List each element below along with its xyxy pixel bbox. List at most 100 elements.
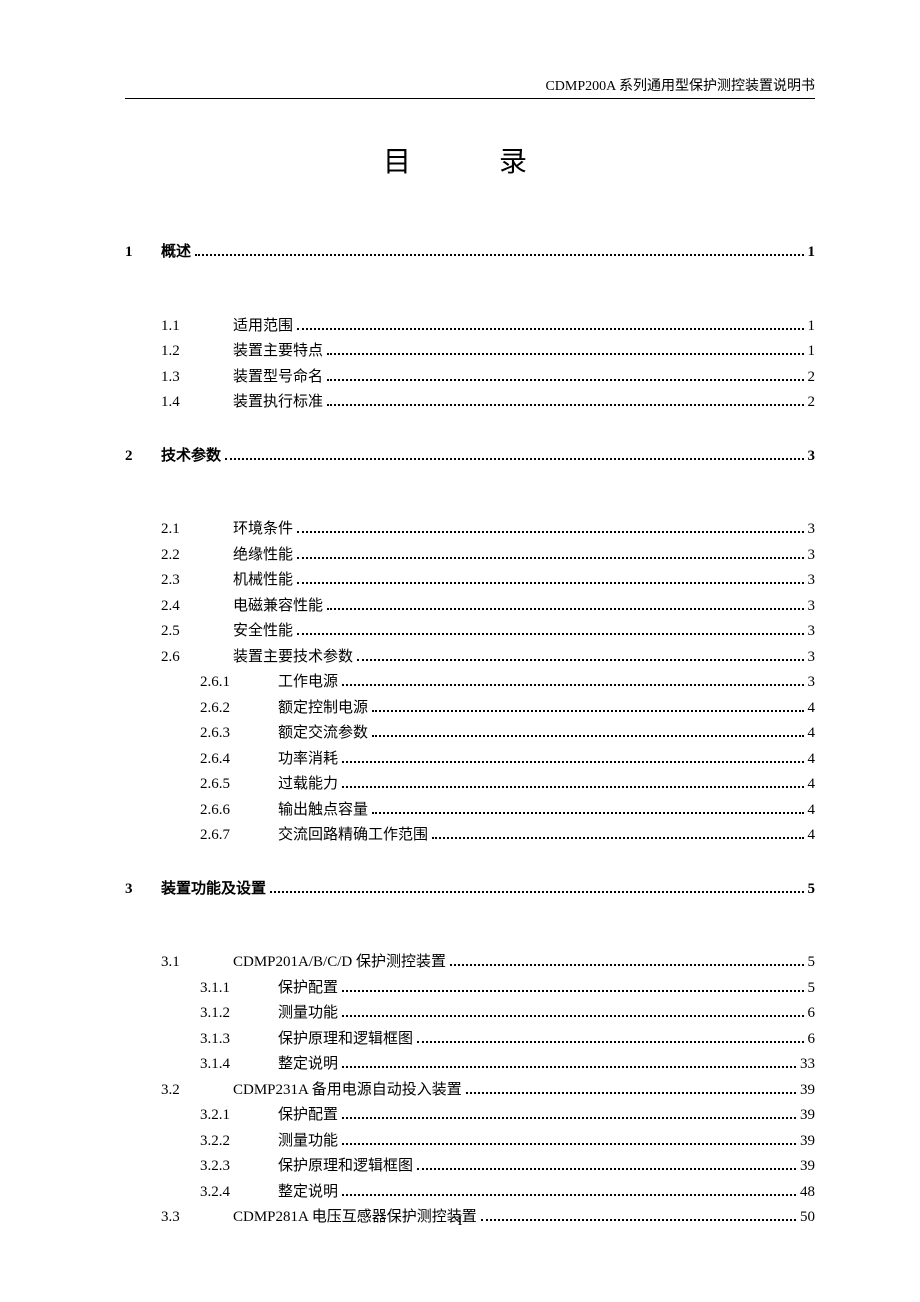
toc-leader-dots [357, 651, 803, 661]
toc-entry-label: 装置型号命名 [233, 365, 323, 391]
toc-entry-label: 保护原理和逻辑框图 [278, 1154, 413, 1180]
toc-leader-dots [342, 779, 803, 789]
toc-entry-page: 3 [808, 517, 816, 543]
toc-entry-number: 2.6.5 [200, 772, 278, 798]
toc-entry-page: 3 [808, 543, 816, 569]
toc-entry-page: 33 [800, 1052, 815, 1078]
toc-leader-dots [297, 575, 803, 585]
toc-entry-number: 3.1 [161, 950, 233, 976]
toc-leader-dots [297, 626, 803, 636]
toc-entry-page: 4 [808, 696, 816, 722]
toc-entry-page: 39 [800, 1154, 815, 1180]
toc-entry: 3.2.4整定说明48 [200, 1180, 815, 1206]
toc-entry-label: 装置功能及设置 [161, 877, 266, 903]
toc-leader-dots [432, 830, 803, 840]
document-page: CDMP200A 系列通用型保护测控装置说明书 目 录 1概述11.1适用范围1… [0, 0, 920, 1302]
toc-entry-number: 3.2.4 [200, 1180, 278, 1206]
toc-leader-dots [342, 1008, 803, 1018]
toc-leader-dots [297, 549, 803, 559]
toc-entry: 1.1适用范围1 [161, 314, 815, 340]
toc-entry: 3.1.2测量功能6 [200, 1001, 815, 1027]
toc-entry-label: 保护原理和逻辑框图 [278, 1027, 413, 1053]
toc-entry-number: 3 [125, 877, 161, 903]
toc-entry-number: 3.1.1 [200, 976, 278, 1002]
toc-entry-number: 2 [125, 444, 161, 470]
toc-entry-number: 3.1.2 [200, 1001, 278, 1027]
toc-entry-label: 适用范围 [233, 314, 293, 340]
toc-entry-number: 3.1.4 [200, 1052, 278, 1078]
toc-entry-page: 5 [808, 976, 816, 1002]
toc-entry: 3.2.2测量功能39 [200, 1129, 815, 1155]
toc-entry: 3.1.1保护配置 5 [200, 976, 815, 1002]
header-underline [125, 98, 815, 99]
toc-leader-dots [342, 677, 803, 687]
toc-leader-dots [327, 346, 803, 356]
toc-entry: 3.2CDMP231A 备用电源自动投入装置39 [161, 1078, 815, 1104]
toc-leader-dots [372, 804, 803, 814]
toc-entry-page: 1 [808, 314, 816, 340]
page-header: CDMP200A 系列通用型保护测控装置说明书 [545, 75, 815, 95]
toc-leader-dots [450, 957, 804, 967]
toc-entry-number: 1 [125, 240, 161, 266]
toc-entry-number: 1.3 [161, 365, 233, 391]
toc-leader-dots [342, 753, 803, 763]
toc-entry: 3.2.3保护原理和逻辑框图 39 [200, 1154, 815, 1180]
toc-entry: 3.1CDMP201A/B/C/D 保护测控装置5 [161, 950, 815, 976]
toc-entry-page: 39 [800, 1129, 815, 1155]
toc-entry-label: 安全性能 [233, 619, 293, 645]
toc-entry-number: 2.6.7 [200, 823, 278, 849]
toc-leader-dots [297, 320, 803, 330]
toc-entry-number: 2.6.6 [200, 798, 278, 824]
page-number: I [0, 1213, 920, 1230]
toc-leader-dots [342, 1186, 796, 1196]
toc-entry: 2.4电磁兼容性能3 [161, 594, 815, 620]
toc-entry-number: 3.2.3 [200, 1154, 278, 1180]
toc-entry-label: 概述 [161, 240, 191, 266]
toc-entry-label: 装置主要技术参数 [233, 645, 353, 671]
toc-entry-page: 1 [808, 240, 816, 266]
toc-entry-label: 装置主要特点 [233, 339, 323, 365]
toc-leader-dots [417, 1161, 796, 1171]
toc-entry-page: 6 [808, 1027, 816, 1053]
toc-entry-page: 39 [800, 1078, 815, 1104]
toc-entry-page: 3 [808, 670, 816, 696]
toc-entry-page: 6 [808, 1001, 816, 1027]
toc-entry: 3.1.3保护原理和逻辑框图 6 [200, 1027, 815, 1053]
toc-entry-number: 2.1 [161, 517, 233, 543]
toc-entry: 2.2绝缘性能3 [161, 543, 815, 569]
toc-entry: 1概述1 [125, 240, 815, 266]
toc-leader-dots [417, 1033, 803, 1043]
toc-entry-page: 1 [808, 339, 816, 365]
toc-entry-number: 2.6.4 [200, 747, 278, 773]
toc-entry: 2.6装置主要技术参数3 [161, 645, 815, 671]
toc-entry-number: 1.4 [161, 390, 233, 416]
toc-entry-number: 2.5 [161, 619, 233, 645]
toc-leader-dots [297, 524, 803, 534]
toc-entry-page: 2 [808, 365, 816, 391]
toc-entry: 2.6.3额定交流参数 4 [200, 721, 815, 747]
toc-entry-number: 2.4 [161, 594, 233, 620]
toc-entry-label: 整定说明 [278, 1052, 338, 1078]
toc-entry-page: 4 [808, 747, 816, 773]
toc-entry-number: 2.6.1 [200, 670, 278, 696]
toc-entry-page: 39 [800, 1103, 815, 1129]
toc-leader-dots [466, 1084, 796, 1094]
toc-leader-dots [372, 702, 803, 712]
toc-title: 目 录 [125, 140, 815, 180]
toc-entry-label: 额定交流参数 [278, 721, 368, 747]
toc-leader-dots [270, 883, 803, 893]
toc-entry: 3装置功能及设置5 [125, 877, 815, 903]
toc-entry-page: 48 [800, 1180, 815, 1206]
toc-entry-number: 3.1.3 [200, 1027, 278, 1053]
toc-entry-label: 保护配置 [278, 976, 338, 1002]
toc-entry-number: 1.2 [161, 339, 233, 365]
toc-entry-page: 4 [808, 721, 816, 747]
toc-entry-page: 3 [808, 444, 816, 470]
toc-entry: 1.2装置主要特点 1 [161, 339, 815, 365]
toc-entry-label: 输出触点容量 [278, 798, 368, 824]
toc-entry: 2.6.5过载能力4 [200, 772, 815, 798]
toc-entry: 1.4装置执行标准2 [161, 390, 815, 416]
toc-entry-number: 2.6.3 [200, 721, 278, 747]
toc-entry-page: 4 [808, 798, 816, 824]
toc-entry-label: 额定控制电源 [278, 696, 368, 722]
